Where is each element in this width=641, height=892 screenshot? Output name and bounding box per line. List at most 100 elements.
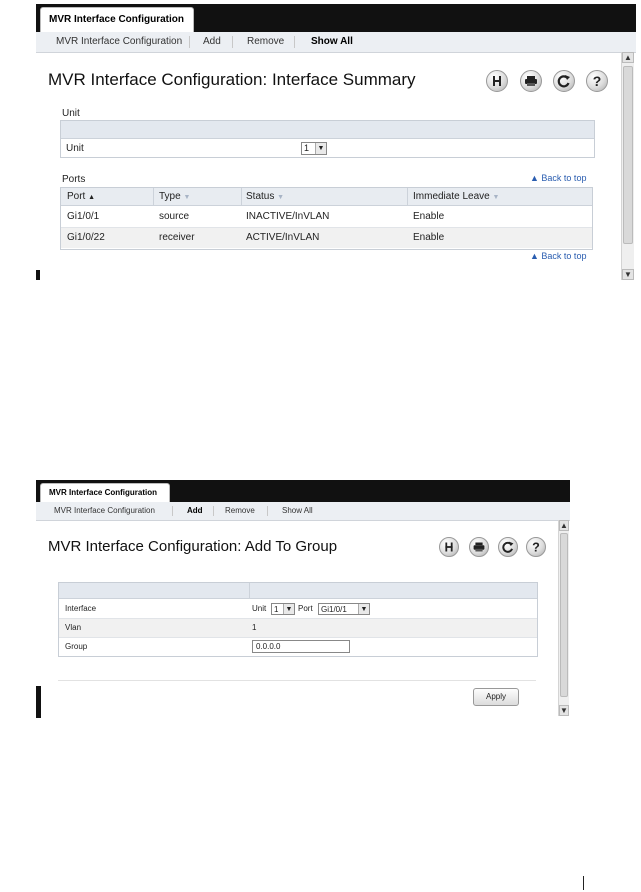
column-header-immediate-leave[interactable]: Immediate Leave ▼ bbox=[413, 188, 499, 206]
scrollbar-thumb[interactable] bbox=[560, 533, 568, 697]
column-divider bbox=[249, 583, 250, 598]
vertical-scrollbar[interactable]: ▲ ▼ bbox=[558, 520, 569, 716]
back-to-top-label: Back to top bbox=[541, 173, 587, 183]
add-to-group-form: Interface Unit 1 ▼ Port Gi1/0/1 ▼ Vlan 1… bbox=[58, 582, 538, 657]
type-cell: source bbox=[159, 211, 190, 222]
scroll-up-icon[interactable]: ▲ bbox=[559, 520, 569, 531]
subnav-separator bbox=[294, 36, 295, 48]
column-divider bbox=[153, 188, 154, 205]
unit-select-value: 1 bbox=[304, 143, 310, 153]
immediate-leave-cell: Enable bbox=[413, 211, 445, 222]
status-cell: ACTIVE/InVLAN bbox=[246, 232, 320, 243]
save-icon[interactable] bbox=[486, 70, 508, 92]
port-cell: Gi1/0/22 bbox=[67, 232, 105, 243]
sort-icon: ▼ bbox=[492, 194, 500, 201]
chevron-down-icon: ▼ bbox=[358, 604, 369, 614]
column-divider bbox=[241, 188, 242, 205]
top-tab-bar: MVR Interface Configuration bbox=[36, 480, 570, 502]
page-title: MVR Interface Configuration: Interface S… bbox=[48, 70, 416, 89]
chevron-down-icon: ▼ bbox=[315, 143, 326, 154]
save-icon[interactable] bbox=[439, 537, 459, 557]
back-to-top-link[interactable]: ▲ Back to top bbox=[530, 251, 586, 261]
unit-select[interactable]: 1 ▼ bbox=[271, 603, 295, 615]
top-tab-bar: MVR Interface Configuration bbox=[36, 4, 636, 32]
subnav-remove[interactable]: Remove bbox=[225, 502, 255, 520]
subnav-separator bbox=[232, 36, 233, 48]
help-icon[interactable]: ? bbox=[586, 70, 608, 92]
subnav-separator bbox=[267, 506, 268, 516]
svg-text:?: ? bbox=[593, 73, 602, 89]
subnav-add[interactable]: Add bbox=[187, 502, 203, 520]
interface-row: Interface Unit 1 ▼ Port Gi1/0/1 ▼ bbox=[59, 599, 537, 619]
status-cell: INACTIVE/InVLAN bbox=[246, 211, 330, 222]
vlan-label: Vlan bbox=[65, 623, 82, 632]
refresh-icon[interactable] bbox=[553, 70, 575, 92]
chevron-down-icon: ▼ bbox=[283, 604, 294, 614]
table-row[interactable]: Gi1/0/1 source INACTIVE/InVLAN Enable bbox=[61, 206, 592, 228]
subnav-remove[interactable]: Remove bbox=[247, 32, 284, 52]
left-frame-edge bbox=[36, 686, 41, 718]
type-cell: receiver bbox=[159, 232, 195, 243]
apply-button[interactable]: Apply bbox=[473, 688, 519, 706]
group-row: Group 0.0.0.0 bbox=[59, 638, 537, 655]
back-to-top-label: Back to top bbox=[541, 251, 587, 261]
subnav-add[interactable]: Add bbox=[203, 32, 221, 52]
unit-select[interactable]: 1 ▼ bbox=[301, 142, 327, 155]
form-header bbox=[59, 583, 537, 599]
tab-mvr-interface-configuration[interactable]: MVR Interface Configuration bbox=[40, 483, 170, 502]
print-icon[interactable] bbox=[520, 70, 542, 92]
help-icon[interactable]: ? bbox=[526, 537, 546, 557]
unit-panel-header bbox=[61, 121, 594, 139]
ports-section-heading: Ports bbox=[62, 174, 86, 185]
unit-label: Unit bbox=[66, 143, 84, 154]
subnav-mvr-interface-configuration[interactable]: MVR Interface Configuration bbox=[54, 502, 155, 520]
page-margin-mark bbox=[583, 876, 584, 890]
sub-navigation: MVR Interface Configuration Add Remove S… bbox=[36, 502, 570, 521]
subnav-separator bbox=[172, 506, 173, 516]
subnav-separator bbox=[213, 506, 214, 516]
sort-icon: ▼ bbox=[277, 194, 285, 201]
interface-summary-window: MVR Interface Configuration MVR Interfac… bbox=[36, 4, 636, 280]
sort-icon: ▼ bbox=[183, 194, 191, 201]
subnav-show-all[interactable]: Show All bbox=[311, 32, 353, 52]
print-icon[interactable] bbox=[469, 537, 489, 557]
group-label: Group bbox=[65, 642, 88, 651]
immediate-leave-cell: Enable bbox=[413, 232, 445, 243]
port-select-value: Gi1/0/1 bbox=[321, 605, 347, 614]
unit-label: Unit bbox=[252, 604, 267, 613]
vertical-scrollbar[interactable]: ▲ ▼ bbox=[621, 52, 634, 280]
column-header-type[interactable]: Type ▼ bbox=[159, 188, 190, 206]
svg-text:?: ? bbox=[532, 541, 540, 555]
ports-table-header: Port ▲ Type ▼ Status ▼ Immediate Leave ▼ bbox=[61, 188, 592, 206]
page-title: MVR Interface Configuration: Add To Grou… bbox=[48, 538, 338, 555]
subnav-mvr-interface-configuration[interactable]: MVR Interface Configuration bbox=[56, 32, 182, 52]
sort-ascending-icon: ▲ bbox=[88, 194, 96, 201]
scroll-down-icon[interactable]: ▼ bbox=[559, 705, 569, 716]
subnav-separator bbox=[189, 36, 190, 48]
left-frame-edge bbox=[36, 270, 40, 280]
port-label: Port bbox=[298, 604, 313, 613]
scroll-down-icon[interactable]: ▼ bbox=[622, 269, 634, 280]
unit-select-value: 1 bbox=[274, 605, 279, 614]
divider bbox=[58, 680, 536, 681]
back-to-top-link[interactable]: ▲ Back to top bbox=[530, 173, 586, 183]
interface-label: Interface bbox=[65, 604, 97, 613]
scroll-up-icon[interactable]: ▲ bbox=[622, 52, 634, 63]
column-divider bbox=[407, 188, 408, 205]
group-input[interactable]: 0.0.0.0 bbox=[252, 640, 350, 653]
vlan-value: 1 bbox=[252, 623, 257, 632]
refresh-icon[interactable] bbox=[498, 537, 518, 557]
unit-panel: Unit 1 ▼ bbox=[60, 120, 595, 158]
vlan-row: Vlan 1 bbox=[59, 619, 537, 638]
add-to-group-window: MVR Interface Configuration MVR Interfac… bbox=[36, 480, 570, 718]
tab-mvr-interface-configuration[interactable]: MVR Interface Configuration bbox=[40, 7, 194, 32]
sub-navigation: MVR Interface Configuration Add Remove S… bbox=[36, 32, 636, 53]
column-header-port[interactable]: Port ▲ bbox=[67, 188, 95, 206]
ports-table: Port ▲ Type ▼ Status ▼ Immediate Leave ▼… bbox=[60, 187, 593, 250]
column-header-status[interactable]: Status ▼ bbox=[246, 188, 284, 206]
port-select[interactable]: Gi1/0/1 ▼ bbox=[318, 603, 370, 615]
table-row[interactable]: Gi1/0/22 receiver ACTIVE/InVLAN Enable bbox=[61, 228, 592, 248]
subnav-show-all[interactable]: Show All bbox=[282, 502, 313, 520]
scrollbar-thumb[interactable] bbox=[623, 66, 633, 244]
unit-section-heading: Unit bbox=[62, 108, 80, 119]
